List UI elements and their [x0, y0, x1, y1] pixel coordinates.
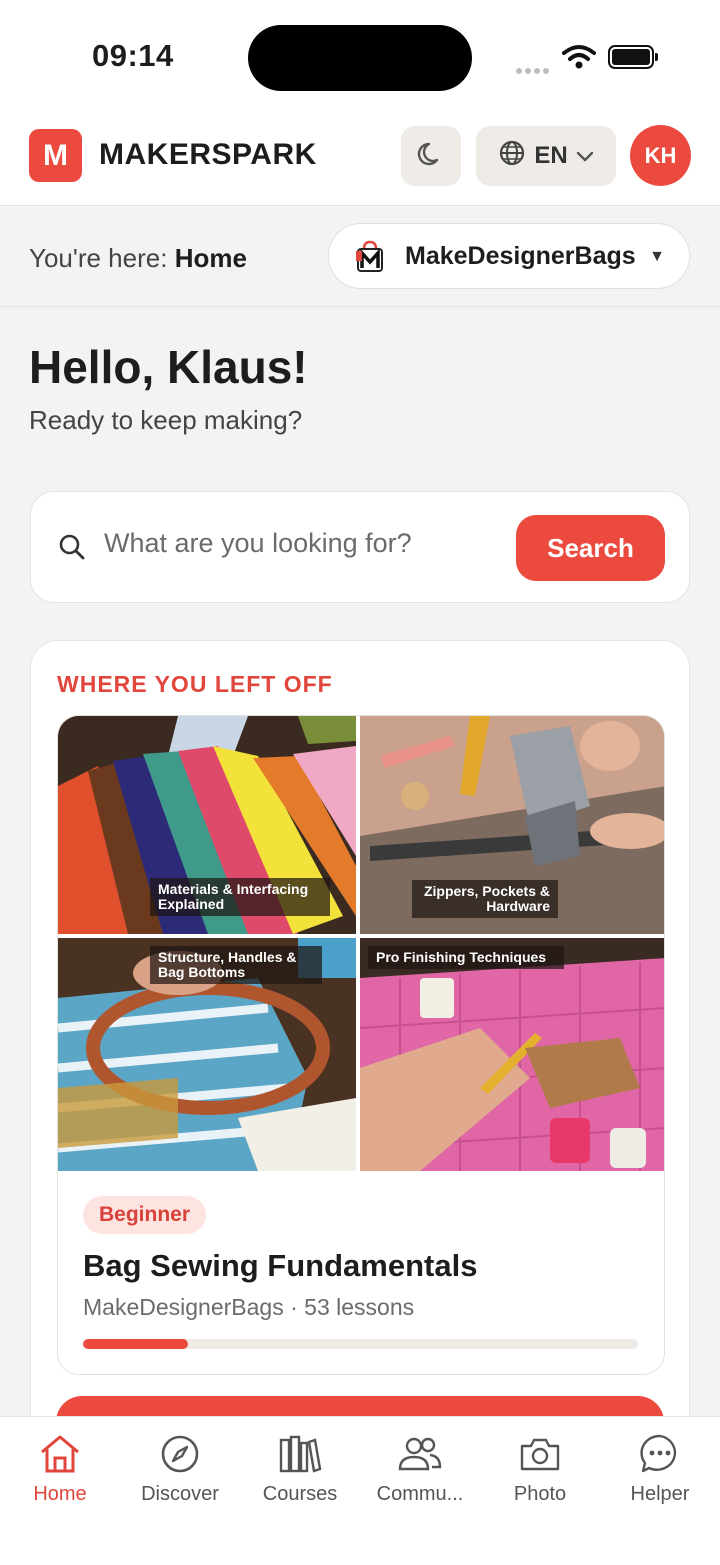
- wifi-icon: [562, 44, 596, 75]
- search-button[interactable]: Search: [516, 515, 665, 581]
- course-card[interactable]: Materials & Interfacing Explained Zipper…: [57, 715, 665, 1375]
- continue-section-title: WHERE YOU LEFT OFF: [57, 671, 333, 697]
- brand-name: MAKERSPARK: [99, 138, 317, 171]
- tile-label: Zippers, Pockets & Hardware: [412, 880, 558, 918]
- language-label: EN: [534, 142, 568, 169]
- dynamic-island: [248, 25, 472, 91]
- nav-item-courses[interactable]: Courses: [240, 1431, 360, 1506]
- bag-logo-icon: [353, 239, 387, 273]
- greeting-subtitle: Ready to keep making?: [29, 405, 303, 435]
- course-meta: MakeDesignerBags · 53 lessons: [83, 1294, 415, 1320]
- tile-label: Materials & Interfacing Explained: [150, 878, 330, 916]
- nav-item-helper[interactable]: Helper: [600, 1431, 720, 1506]
- nav-label: Commu...: [376, 1483, 464, 1505]
- course-progress-bar: [83, 1339, 638, 1349]
- nav-label: Courses: [262, 1483, 338, 1505]
- chat-icon: [600, 1431, 720, 1477]
- thumbnail-finishing: Pro Finishing Techniques: [360, 938, 664, 1171]
- course-progress-fill: [83, 1339, 189, 1349]
- avatar[interactable]: KH: [630, 125, 691, 186]
- course-title: Bag Sewing Fundamentals: [83, 1248, 478, 1283]
- thumbnail-structure: Structure, Handles & Bag Bottoms: [58, 938, 356, 1171]
- search-input[interactable]: [104, 528, 504, 559]
- tile-label: Pro Finishing Techniques: [368, 946, 564, 969]
- status-time: 09:14: [92, 38, 174, 73]
- search-card: Search: [30, 491, 690, 603]
- greeting-title: Hello, Klaus!: [29, 341, 308, 393]
- camera-icon: [480, 1431, 600, 1477]
- nav-label: Home: [33, 1483, 87, 1505]
- nav-label: Discover: [141, 1483, 219, 1505]
- tile-label: Structure, Handles & Bag Bottoms: [150, 946, 322, 984]
- nav-item-photo[interactable]: Photo: [480, 1431, 600, 1506]
- status-bar: 09:14: [0, 0, 720, 108]
- nav-item-discover[interactable]: Discover: [120, 1431, 240, 1506]
- nav-item-community[interactable]: Commu...: [360, 1431, 480, 1506]
- brand-selector-label: MakeDesignerBags: [405, 241, 636, 270]
- community-icon: [360, 1431, 480, 1477]
- thumbnail-zippers: Zippers, Pockets & Hardware: [360, 716, 664, 934]
- books-icon: [240, 1431, 360, 1477]
- level-badge: Beginner: [83, 1196, 207, 1234]
- compass-icon: [120, 1431, 240, 1477]
- battery-icon: [608, 45, 658, 69]
- app-header: M MAKERSPARK EN KH: [0, 108, 720, 206]
- app-logo[interactable]: M: [29, 129, 82, 182]
- globe-icon: [498, 139, 526, 174]
- breadcrumb-bar: You're here: Home MakeDesignerBags ▼: [0, 207, 720, 307]
- moon-icon: [415, 138, 447, 175]
- home-icon: [0, 1431, 120, 1477]
- signal-icon: [516, 61, 552, 79]
- breadcrumb-current[interactable]: Home: [175, 243, 247, 273]
- nav-label: Helper: [630, 1483, 690, 1505]
- bottom-nav: Home Discover Courses Commu... Photo Hel…: [0, 1416, 720, 1565]
- chevron-down-icon: [576, 142, 594, 170]
- nav-item-home[interactable]: Home: [0, 1431, 120, 1506]
- brand-selector[interactable]: MakeDesignerBags ▼: [328, 223, 690, 289]
- search-icon: [58, 533, 86, 566]
- nav-label: Photo: [513, 1483, 567, 1505]
- continue-card: WHERE YOU LEFT OFF Materials & Interfaci…: [30, 640, 690, 1440]
- language-selector[interactable]: EN: [476, 126, 616, 186]
- dark-mode-button[interactable]: [401, 126, 461, 186]
- course-thumbnail-mosaic: Materials & Interfacing Explained Zipper…: [58, 716, 664, 1171]
- breadcrumb-prefix: You're here:: [29, 243, 168, 273]
- thumbnail-materials: Materials & Interfacing Explained: [58, 716, 356, 934]
- breadcrumb: You're here: Home: [29, 243, 247, 274]
- caret-down-icon: ▼: [649, 248, 665, 265]
